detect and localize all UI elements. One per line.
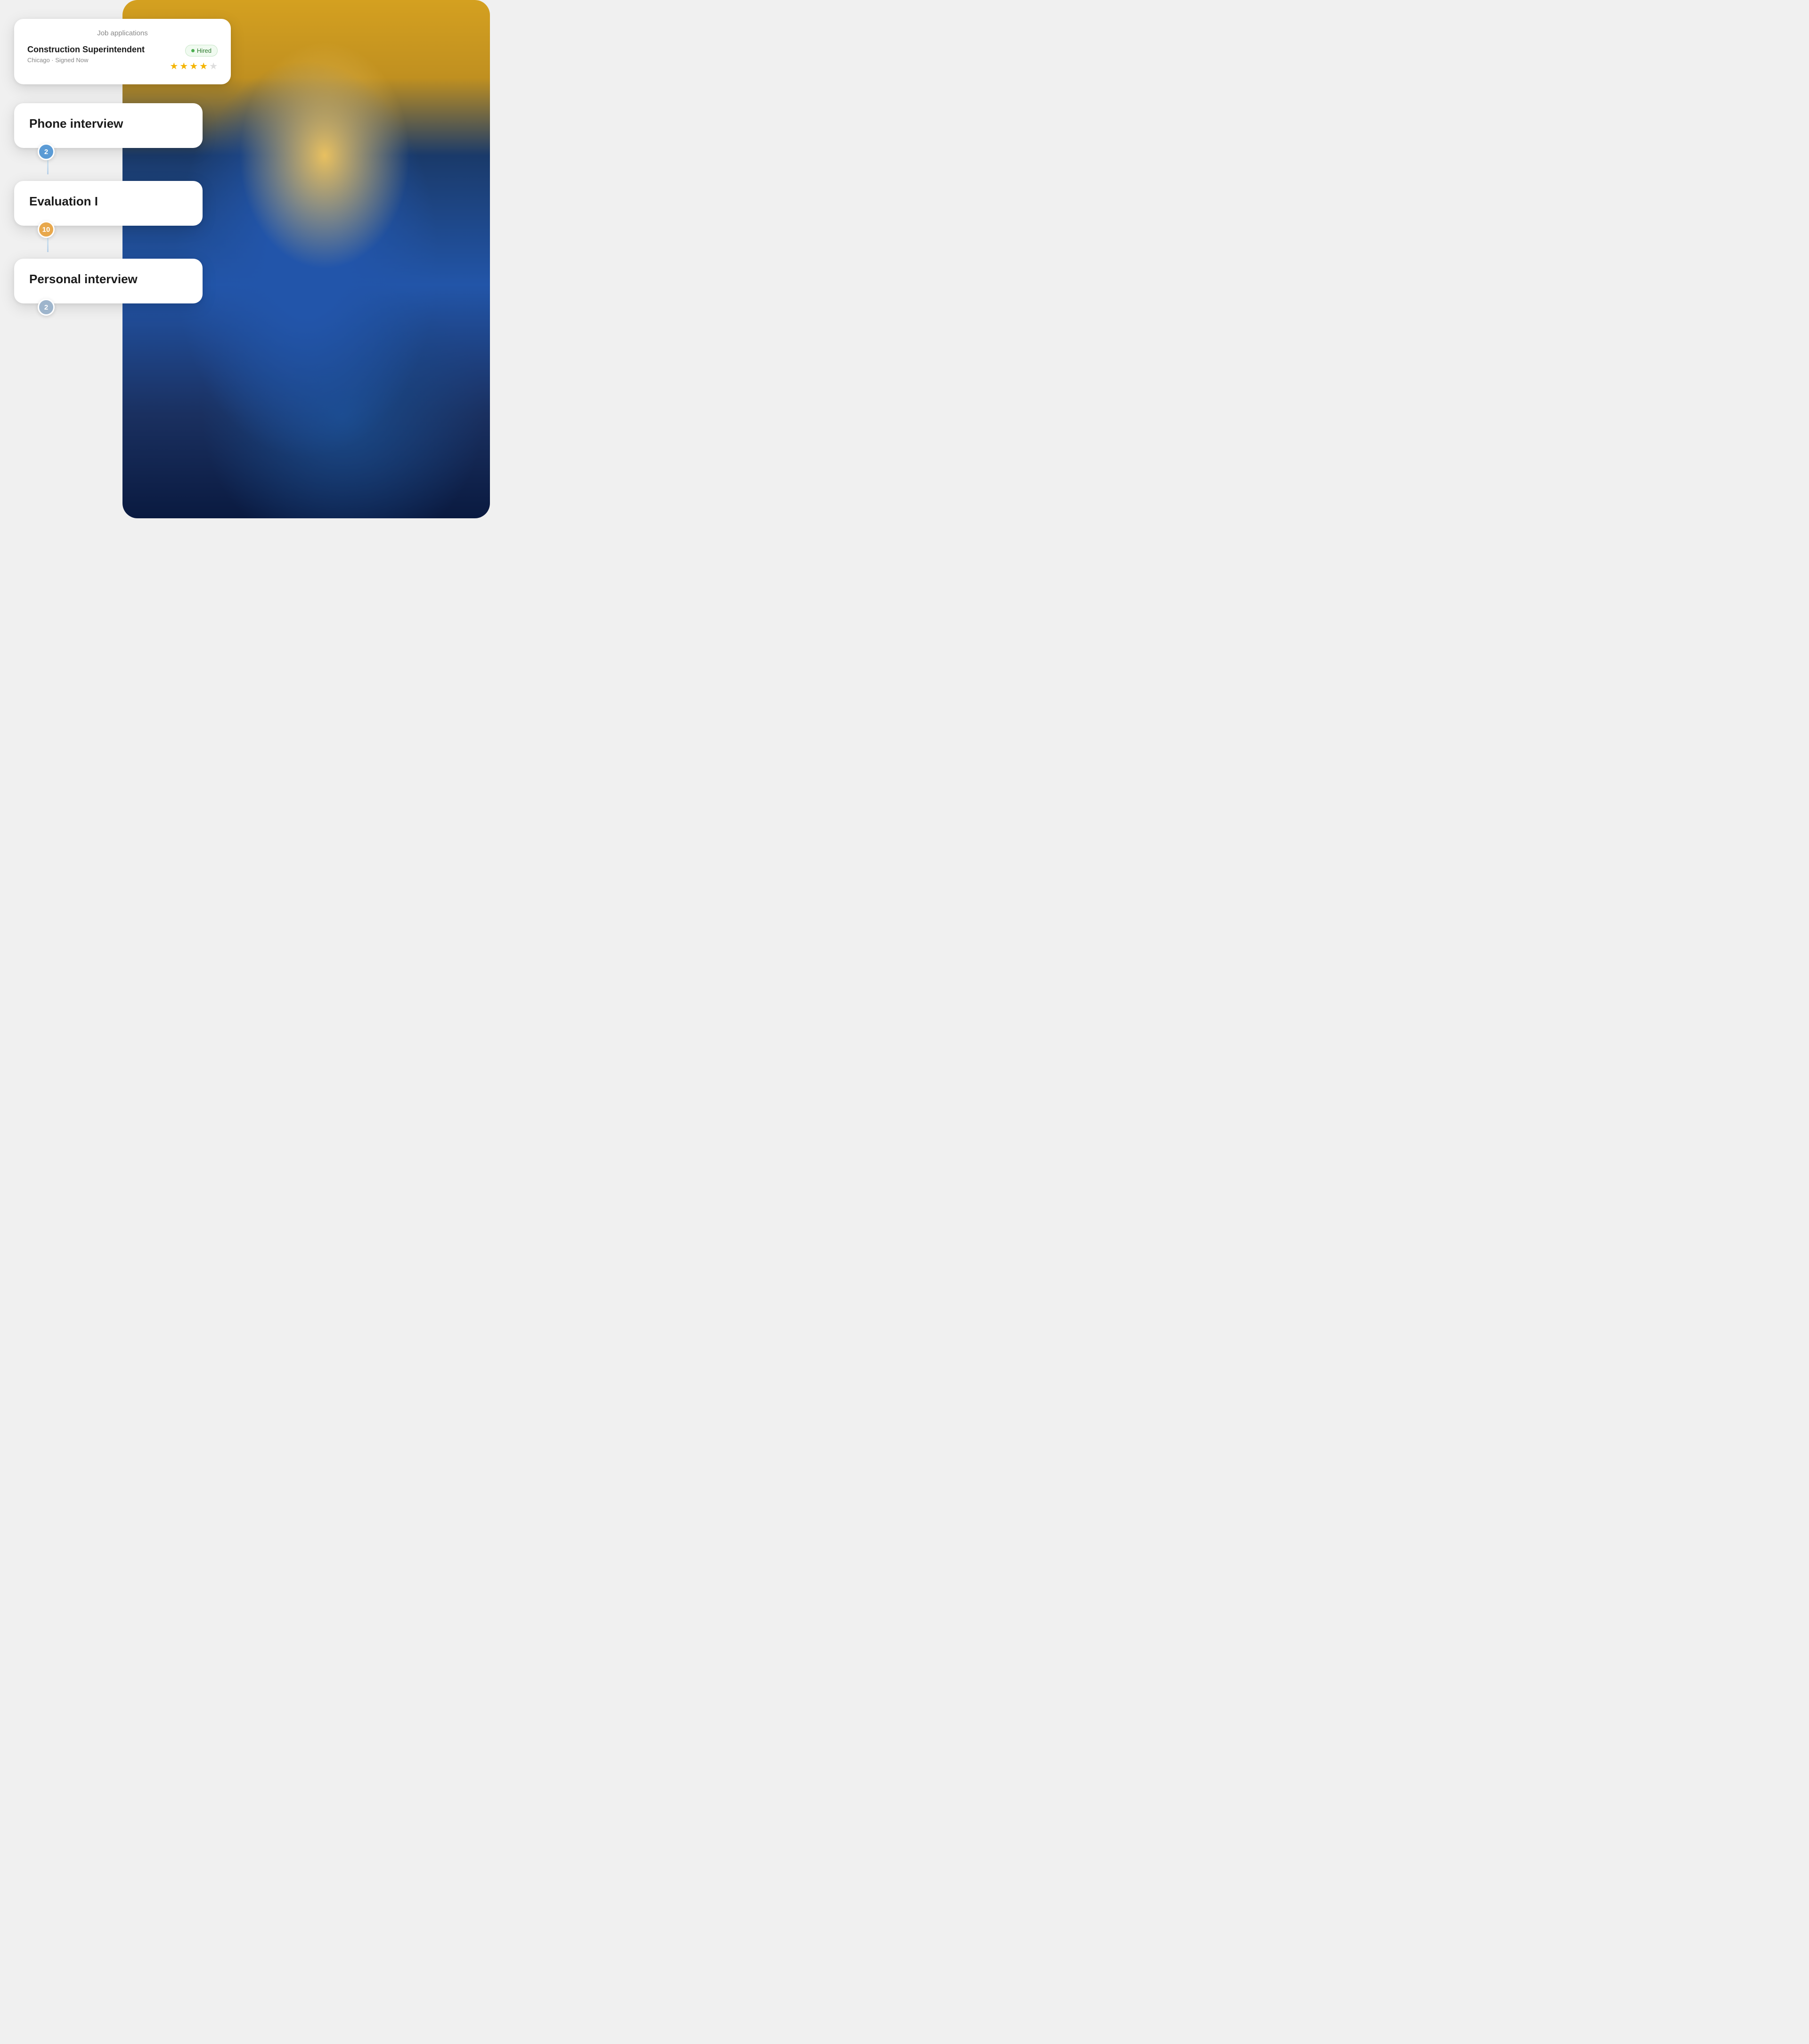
job-applications-card: Job applications Construction Superinten…	[14, 19, 231, 84]
star-3: ★	[189, 60, 198, 72]
job-card-row: Construction Superintendent Chicago · Si…	[27, 45, 218, 72]
personal-interview-card: Personal interview	[14, 259, 203, 303]
phone-interview-badge: 2	[38, 143, 55, 160]
phone-interview-wrapper: Phone interview 2	[14, 103, 240, 154]
phone-interview-title: Phone interview	[29, 116, 187, 131]
star-5: ★	[209, 60, 218, 72]
phone-interview-card: Phone interview	[14, 103, 203, 148]
job-meta: Chicago · Signed Now	[27, 57, 145, 64]
star-4: ★	[199, 60, 208, 72]
evaluation-card: Evaluation I	[14, 181, 203, 226]
hired-dot	[191, 49, 195, 52]
hired-label: Hired	[197, 47, 212, 54]
star-1: ★	[170, 60, 178, 72]
star-2: ★	[179, 60, 188, 72]
evaluation-wrapper: Evaluation I 10	[14, 181, 240, 231]
job-right: Hired ★ ★ ★ ★ ★	[170, 45, 218, 72]
cards-area: Job applications Construction Superinten…	[14, 19, 240, 309]
hired-badge: Hired	[185, 45, 218, 57]
job-title: Construction Superintendent	[27, 45, 145, 55]
job-card-title: Job applications	[27, 29, 218, 37]
evaluation-badge: 10	[38, 221, 55, 238]
personal-interview-wrapper: Personal interview 2	[14, 259, 240, 309]
personal-interview-badge: 2	[38, 299, 55, 316]
connector-2	[47, 238, 49, 252]
main-container: Job applications Construction Superinten…	[0, 0, 490, 518]
job-info: Construction Superintendent Chicago · Si…	[27, 45, 145, 64]
connector-1	[47, 160, 49, 174]
evaluation-title: Evaluation I	[29, 194, 187, 209]
stars-rating: ★ ★ ★ ★ ★	[170, 60, 218, 72]
personal-interview-title: Personal interview	[29, 272, 187, 286]
